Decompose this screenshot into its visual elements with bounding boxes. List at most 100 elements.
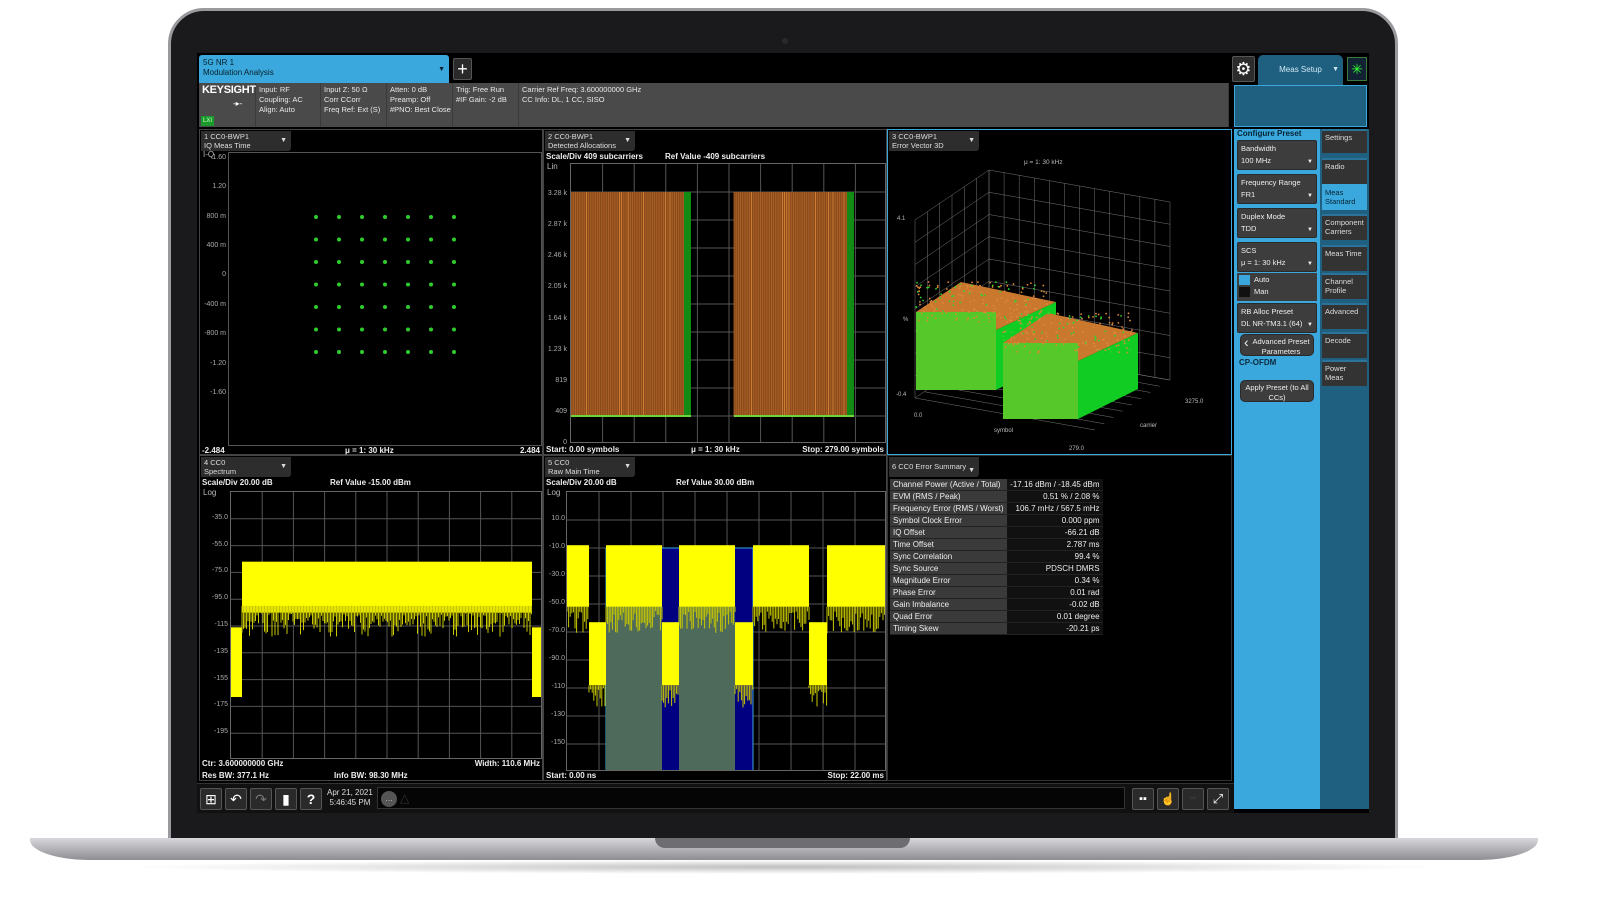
info-cell-input[interactable]: Input: RF Coupling: AC Align: Auto [256, 83, 321, 127]
error-point [996, 314, 999, 317]
nav-radio[interactable]: Radio [1322, 158, 1367, 184]
status-indicator-icon[interactable]: ✳ [1347, 57, 1367, 81]
info-cell-trigger[interactable]: Trig: Free Run #IF Gain: -2 dB [453, 83, 519, 127]
constellation-point [429, 327, 433, 332]
chat-icon[interactable]: … [381, 791, 397, 807]
configure-preset-panel: Configure Preset Bandwidth 100 MHz ▼ Fre… [1234, 129, 1320, 809]
panel-raw-main-time[interactable]: 5 CC0 Raw Main Time ▼ Scale/Div 20.00 dB… [543, 455, 887, 781]
y-tick-label: 2.05 k [547, 283, 567, 291]
message-bar[interactable]: … △ [377, 787, 1125, 809]
dropdown-arrow-icon: ▼ [1332, 66, 1339, 73]
file-icon[interactable]: ▮ [275, 788, 297, 810]
error-point [1002, 331, 1005, 334]
apply-preset-button[interactable]: Apply Preset (to All CCs) [1240, 380, 1314, 402]
panel-detected-allocations[interactable]: 2 CC0-BWP1 Detected Allocations ▼ Scale/… [543, 129, 887, 455]
footer-left: -2.484 [202, 446, 225, 455]
info-text: #PNO: Best Close [390, 105, 451, 114]
y-tick-label: 1.60 [212, 153, 226, 161]
nav-power-meas[interactable]: Power Meas [1322, 360, 1367, 386]
constellation-point [314, 350, 318, 354]
error-point [1116, 339, 1119, 342]
error-point [936, 286, 939, 289]
metric-value: 0.34 % [1006, 574, 1103, 587]
undo-icon[interactable]: ↶ [225, 788, 247, 810]
settings-info-bar[interactable]: KEYSIGHT -▸- LXI Input: RF Coupling: AC … [199, 83, 1229, 127]
nav-meas-standard[interactable]: Meas Standard [1322, 184, 1367, 210]
measurement-tab[interactable]: 5G NR 1 Modulation Analysis ▼ [199, 55, 449, 83]
advanced-preset-parameters-button[interactable]: ‹ Advanced Preset Parameters [1240, 334, 1314, 356]
multi-screen-icon[interactable]: ▪▪ [1132, 788, 1154, 810]
metric-value: -17.16 dBm / -18.45 dBm [1006, 479, 1103, 491]
error-point [1026, 342, 1028, 345]
nav-advanced[interactable]: Advanced [1322, 303, 1367, 329]
error-point [1046, 335, 1049, 338]
error-point [1118, 351, 1121, 354]
info-cell-carrier[interactable]: Carrier Ref Freq: 3.600000000 GHz CC Inf… [519, 83, 1229, 127]
frequency-range-select[interactable]: Frequency Range FR1 ▼ [1237, 174, 1317, 204]
error-point [962, 294, 965, 297]
error-point [1003, 290, 1006, 293]
nav-component-carriers[interactable]: Component Carriers [1322, 214, 1367, 240]
y-tick-label: 0 [563, 439, 567, 446]
help-icon[interactable]: ? [300, 788, 322, 810]
error-point [1087, 316, 1090, 319]
error-point [920, 284, 922, 287]
error-point [1009, 312, 1012, 315]
nav-meas-time[interactable]: Meas Time [1322, 245, 1367, 271]
redo-icon[interactable]: ↷ [250, 788, 272, 810]
error-point [1068, 322, 1071, 325]
add-screen-button[interactable]: + [453, 58, 472, 80]
fullscreen-icon[interactable]: ⤢ [1207, 788, 1229, 810]
info-cell-impedance[interactable]: Input Z: 50 Ω Corr CCorr Freq Ref: Ext (… [321, 83, 387, 127]
info-cell-atten[interactable]: Atten: 0 dB Preamp: Off #PNO: Best Close [387, 83, 453, 127]
bandwidth-select[interactable]: Bandwidth 100 MHz ▼ [1237, 140, 1317, 170]
meas-setup-menu[interactable]: Meas Setup ▼ [1258, 55, 1343, 85]
rb-alloc-preset-select[interactable]: RB Alloc Preset DL NR-TM3.1 (64) ▼ [1237, 303, 1317, 333]
metric-name: Frequency Error (RMS / Worst) [890, 502, 1007, 515]
error-summary-row: Sync Correlation 99.4 % [890, 550, 1103, 563]
auto-man-toggle[interactable]: Auto Man [1237, 273, 1317, 301]
nav-settings[interactable]: Settings [1322, 129, 1367, 153]
info-text: Align: Auto [259, 105, 295, 114]
trace-burst [753, 545, 809, 607]
error-point [943, 313, 946, 315]
nav-channel-profile[interactable]: Channel Profile [1322, 273, 1367, 299]
nav-decode[interactable]: Decode [1322, 332, 1367, 358]
metric-value: -0.02 dB [1006, 598, 1103, 611]
error-point [1015, 308, 1018, 311]
panel-title-dropdown[interactable]: 1 CC0-BWP1 IQ Meas Time ▼ [201, 131, 291, 151]
panel-title-dropdown[interactable]: 6 CC0 Error Summary ▼ [889, 457, 979, 477]
dropdown-arrow-icon: ▼ [1307, 159, 1313, 165]
constellation-point [314, 327, 318, 332]
windows-start-icon[interactable]: ⊞ [200, 788, 222, 810]
panel-title-dropdown[interactable]: 4 CC0 Spectrum ▼ [201, 457, 291, 477]
error-point [966, 318, 969, 321]
panel-iq-meas-time[interactable]: 1 CC0-BWP1 IQ Meas Time ▼ I-Q -2.484 μ =… [199, 129, 543, 455]
metric-value: PDSCH DMRS [1006, 562, 1103, 575]
duplex-mode-select[interactable]: Duplex Mode TDD ▼ [1237, 208, 1317, 238]
gear-icon[interactable]: ⚙ [1232, 56, 1255, 82]
layout-icon[interactable]: ▫▫ [1182, 788, 1204, 810]
error-point [1126, 347, 1128, 350]
error-point [1009, 319, 1012, 322]
error-point [1068, 315, 1071, 317]
scs-select[interactable]: SCS μ = 1: 30 kHz ▼ [1237, 242, 1317, 272]
panel-title-dropdown[interactable]: 5 CC0 Raw Main Time ▼ [545, 457, 635, 477]
error-point [1027, 298, 1029, 301]
error-point [1092, 326, 1095, 328]
error-point [1042, 342, 1045, 345]
error-point [1024, 345, 1026, 348]
error-point [1026, 350, 1029, 353]
error-point [1045, 292, 1048, 294]
error-point [1026, 337, 1029, 340]
panel-subtitle: Spectrum [204, 467, 237, 476]
panel-error-vector-3d[interactable]: 3 CC0-BWP1 Error Vector 3D ▼ μ = 1: 30 k… [887, 129, 1232, 455]
constellation-point [314, 282, 318, 287]
error-point [967, 317, 970, 320]
panel-spectrum[interactable]: 4 CC0 Spectrum ▼ Scale/Div 20.00 dB Ref … [199, 455, 543, 781]
metric-value: 0.01 rad [1006, 586, 1103, 599]
touch-icon[interactable]: ☝ [1157, 788, 1179, 810]
panel-title-dropdown[interactable]: 2 CC0-BWP1 Detected Allocations ▼ [545, 131, 635, 151]
footer-right: 2.484 [519, 446, 540, 455]
error-point [1025, 305, 1027, 308]
